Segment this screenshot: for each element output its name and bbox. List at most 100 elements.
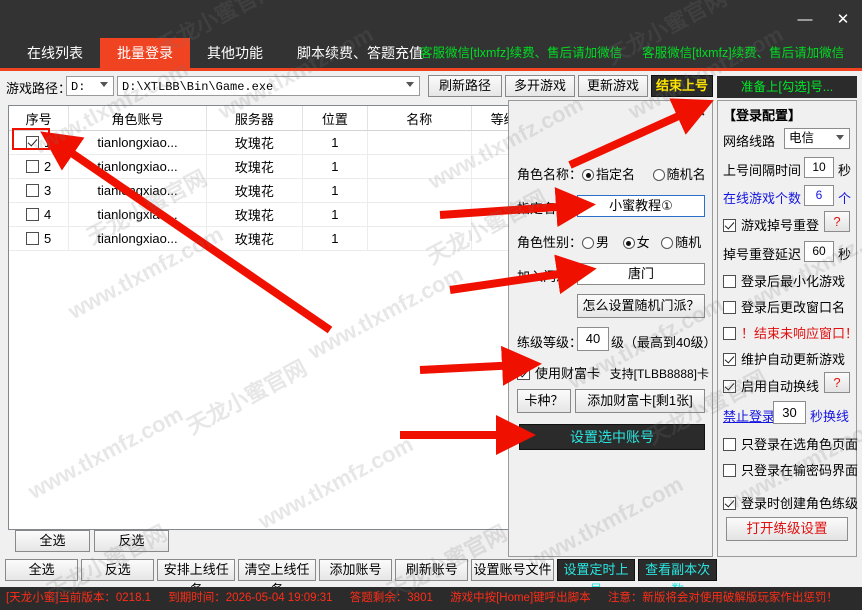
char-name-label: 角色名称： [517,167,583,182]
multi-open-button[interactable]: 多开游戏 [505,75,575,97]
tab-other-features[interactable]: 其他功能 [190,38,280,68]
timed-login-button[interactable]: 设置定时上号 [556,559,636,597]
row-checkbox-cell[interactable]: 2 [9,154,70,179]
kill-unresponsive-row[interactable]: ！结束未响应窗口！ [723,323,858,342]
col-position[interactable]: 位置 [302,106,368,131]
sect-input[interactable]: 唐门 [577,263,705,285]
kill-unresponsive-checkbox[interactable] [723,327,736,340]
level-input[interactable]: 40 [577,327,609,351]
row-checkbox[interactable] [25,160,39,173]
only-password-page-row[interactable]: 只登录在输密码界面 [723,460,858,479]
dungeon-count-button[interactable]: 查看副本次数 [638,559,718,597]
row-name [367,226,472,251]
row-checkbox-cell[interactable]: 3 [9,178,70,203]
sect-row: 加入门派： [517,266,582,285]
ban-login-seconds-input[interactable]: 30 [773,401,806,424]
login-interval-input[interactable]: 10 [804,157,834,178]
add-wealth-card-button[interactable]: 添加财富卡[剩1张] [575,389,705,413]
status-hotkey: 游戏中按[Home]键呼出脚本 [450,592,591,604]
only-char-page-checkbox[interactable] [723,438,736,451]
select-all-button[interactable]: 全选 [5,559,79,581]
col-server[interactable]: 服务器 [206,106,303,131]
gender-random-radio[interactable] [661,237,674,249]
end-login-button[interactable]: 结束上号 [651,75,713,97]
online-count-input[interactable]: 6 [804,185,834,206]
drive-select[interactable]: D: [66,76,114,96]
list-invert-button[interactable]: 反选 [94,530,169,552]
wealth-card-row[interactable]: 使用财富卡 支持[TLBB8888]卡 [517,363,709,382]
row-checkbox[interactable] [25,184,39,197]
row-account: tianlongxiao... [68,154,207,179]
status-bar: [天龙小蜜]当前版本：0218.1 到期时间：2026-05-04 19:09:… [0,587,862,610]
auto-update-checkbox[interactable] [723,353,736,366]
row-server: 玫瑰花 [206,154,303,179]
create-character-checkbox[interactable] [723,497,736,510]
minimize-after-login-checkbox[interactable] [723,275,736,288]
row-name [367,130,472,155]
tab-list: 在线列表 批量登录 其他功能 脚本续费、答题充值 [10,38,440,68]
card-type-button[interactable]: 卡种？ [517,389,571,413]
row-checkbox-cell[interactable]: 4 [9,202,70,227]
network-route-select[interactable]: 电信 [784,128,850,149]
relogin-row[interactable]: 游戏掉号重登 [723,215,819,234]
invert-selection-button[interactable]: 反选 [81,559,155,581]
close-icon[interactable]: ✕ [824,0,862,38]
col-name[interactable]: 名称 [367,106,472,131]
support-wechat-link-1[interactable]: 客服微信[tlxmfz]续费、售后请加微信 [410,38,632,68]
auto-switch-help-button[interactable]: ? [824,372,850,393]
bottom-toolbar: 全选 反选 安排上线任务 清空上线任务 添加账号 刷新账号 设置账号文件 设置定… [0,559,720,597]
row-server: 玫瑰花 [206,226,303,251]
tab-batch-login[interactable]: 批量登录 [100,38,190,68]
clear-task-button[interactable]: 清空上线任务 [238,559,316,597]
game-path-select[interactable]: D:\XTLBB\Bin\Game.exe [117,76,420,96]
rename-window-checkbox[interactable] [723,301,736,314]
support-wechat-link-2[interactable]: 客服微信[tlxmfz]续费、售后请加微信 [632,38,854,68]
only-password-page-checkbox[interactable] [723,464,736,477]
random-name-radio[interactable] [652,169,665,181]
relogin-checkbox[interactable] [723,219,736,232]
col-index[interactable]: 序号 [9,106,70,131]
relogin-help-button[interactable]: ? [824,211,850,232]
auto-update-row[interactable]: 维护自动更新游戏 [723,349,845,368]
minimize-after-login-label: 登录后最小化游戏 [741,274,846,289]
specified-name-radio[interactable] [582,169,595,181]
apply-to-selected-button[interactable]: 设置选中账号 [519,424,705,450]
relogin-label: 游戏掉号重登 [741,218,820,233]
open-level-settings-button[interactable]: 打开练级设置 [726,517,848,541]
row-checkbox[interactable] [25,232,39,245]
random-sect-help-button[interactable]: 怎么设置随机门派？ [577,294,705,318]
add-account-button[interactable]: 添加账号 [318,559,393,581]
gender-male-radio[interactable] [582,237,595,249]
refresh-account-button[interactable]: 刷新账号 [395,559,469,581]
row-checkbox[interactable] [25,208,39,221]
rename-window-row[interactable]: 登录后更改窗口名 [723,297,845,316]
dialog-close-icon[interactable]: ✕ [688,102,710,123]
auto-switch-checkbox[interactable] [723,380,736,393]
col-account[interactable]: 角色账号 [68,106,207,131]
only-char-page-row[interactable]: 只登录在选角色页面 [723,434,858,453]
list-select-all-button[interactable]: 全选 [15,530,90,552]
character-name-input[interactable]: 小蜜教程① [577,195,705,217]
relogin-delay-input[interactable]: 60 [804,241,834,262]
gender-random-option: 随机 [675,235,702,250]
account-file-button[interactable]: 设置账号文件 [471,559,554,581]
gender-female-radio[interactable] [622,237,635,249]
create-character-row[interactable]: 登录时创建角色练级 [723,493,858,512]
row-checkbox-cell[interactable]: 5 [9,226,70,251]
tab-online-list[interactable]: 在线列表 [10,38,100,68]
schedule-task-button[interactable]: 安排上线任务 [157,559,236,597]
auto-update-label: 维护自动更新游戏 [741,352,846,367]
game-path-label: 游戏路径： [6,81,72,96]
row-position: 1 [302,130,368,155]
wealth-card-checkbox[interactable] [517,367,530,380]
update-game-button[interactable]: 更新游戏 [578,75,648,97]
refresh-path-button[interactable]: 刷新路径 [428,75,502,97]
ban-login-suffix: 秒换线 [810,409,850,424]
row-name [367,178,472,203]
auto-switch-row[interactable]: 启用自动换线 [723,376,819,395]
minimize-icon[interactable]: — [786,0,824,38]
minimize-after-login-row[interactable]: 登录后最小化游戏 [723,271,845,290]
online-count-unit: 个 [838,191,852,206]
row-position: 1 [302,178,368,203]
login-interval-label: 上号间隔时间 [723,163,802,178]
